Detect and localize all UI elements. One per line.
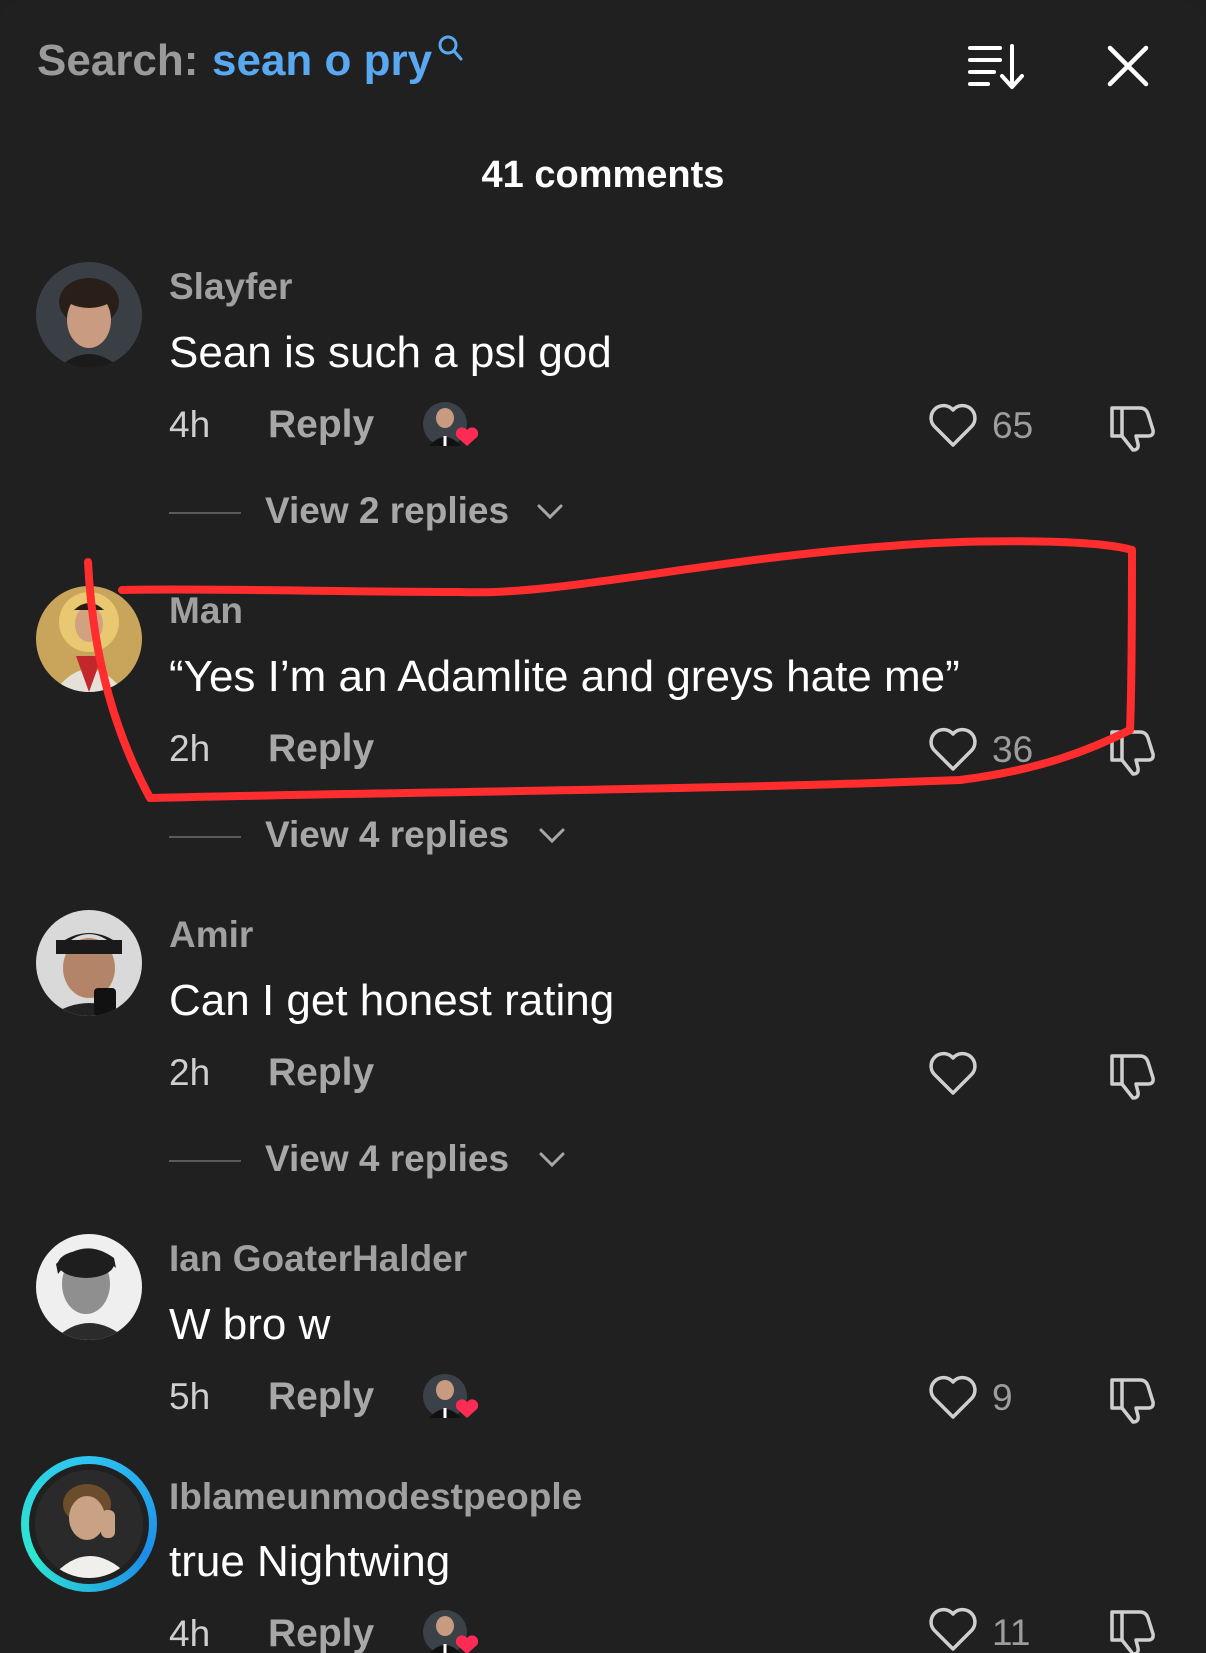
comment-text: “Yes I’m an Adamlite and greys hate me” [169,652,960,701]
heart-icon[interactable] [927,401,979,449]
avatar[interactable] [36,262,142,368]
comment-username[interactable]: Slayfer [169,266,292,308]
thumbs-down-icon[interactable] [1106,724,1160,776]
reply-button[interactable]: Reply [268,1375,374,1419]
search-label: Search: [37,36,199,85]
comments-header: Search: sean o pry [0,0,1206,130]
creator-liked-icon [423,402,479,446]
like-count: 65 [992,405,1034,446]
comment-text: W bro w [169,1300,331,1349]
search-term-link[interactable]: sean o pry [212,36,432,86]
heart-icon[interactable] [927,1605,979,1653]
like-count: 9 [992,1377,1013,1418]
reply-button[interactable]: Reply [268,403,374,447]
thumbs-down-icon[interactable] [1106,1604,1160,1653]
comment-time: 4h [169,404,211,445]
comments-count: 41 comments [481,154,725,196]
comment-time: 2h [169,1052,211,1093]
comment-time: 5h [169,1376,211,1417]
comment-time: 4h [169,1613,211,1653]
heart-icon[interactable] [927,1049,979,1097]
comment-username[interactable]: Ian GoaterHalder [169,1238,467,1280]
thumbs-down-icon[interactable] [1106,1048,1160,1100]
story-ring-avatar[interactable] [21,1456,157,1592]
avatar[interactable] [36,910,142,1016]
comment-text: Sean is such a psl god [169,328,612,377]
creator-liked-icon [423,1374,479,1418]
sort-descending-icon[interactable] [968,42,1026,90]
heart-icon[interactable] [927,1373,979,1421]
comment-username[interactable]: Iblameunmodestpeople [169,1476,582,1518]
comment-text: Can I get honest rating [169,976,615,1025]
comment-username[interactable]: Man [169,590,243,632]
chevron-down-icon [537,504,563,520]
divider [169,836,241,838]
reply-button[interactable]: Reply [268,1051,374,1095]
view-replies-label: View 4 replies [265,814,510,855]
comment-text: true Nightwing [169,1537,451,1586]
reply-button[interactable]: Reply [268,727,374,771]
comments-sheet: Search: sean o pry 41 comments Slayfer S… [0,0,1206,1653]
chevron-down-icon [539,1152,565,1168]
thumbs-down-icon[interactable] [1106,400,1160,452]
reply-button[interactable]: Reply [268,1612,374,1653]
comment-username[interactable]: Amir [169,914,253,956]
thumbs-down-icon[interactable] [1106,1372,1160,1424]
heart-icon[interactable] [927,725,979,773]
divider [169,512,241,514]
view-replies-label: View 2 replies [265,490,510,531]
like-count: 11 [992,1612,1031,1653]
view-replies-label: View 4 replies [265,1138,510,1179]
close-icon[interactable] [1104,42,1152,90]
avatar[interactable] [36,1234,142,1340]
like-count: 36 [992,729,1034,770]
divider [169,1160,241,1162]
search-icon[interactable] [436,34,464,64]
avatar [35,1470,143,1578]
avatar[interactable] [36,586,142,692]
comment-time: 2h [169,728,211,769]
creator-liked-icon [423,1610,479,1653]
chevron-down-icon [539,828,565,844]
